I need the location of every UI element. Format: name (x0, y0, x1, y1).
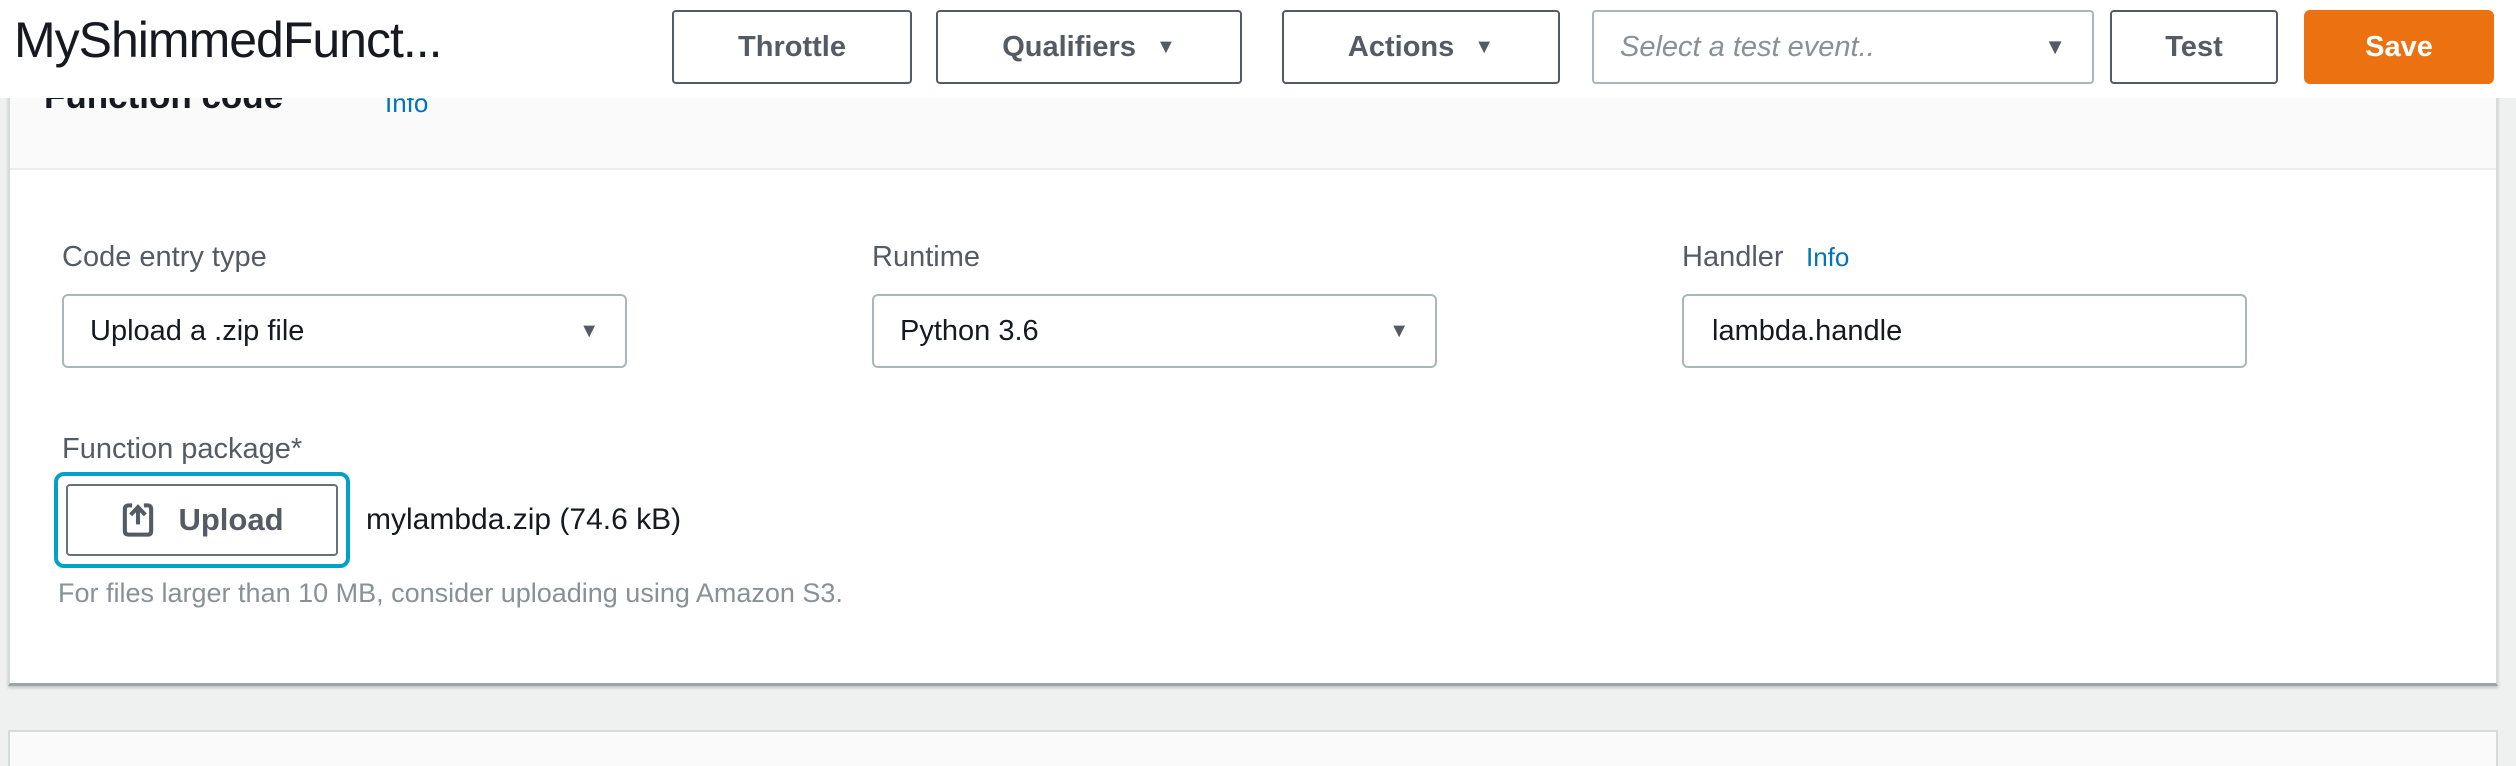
function-name-title: MyShimmedFunct... (14, 4, 442, 76)
runtime-label: Runtime (872, 240, 980, 274)
save-button-label: Save (2365, 31, 2433, 64)
actions-button-label: Actions (1348, 31, 1454, 64)
code-entry-type-select[interactable]: Upload a .zip file ▼ (62, 294, 627, 368)
chevron-down-icon: ▼ (1389, 320, 1409, 343)
test-button-label: Test (2165, 31, 2222, 64)
upload-button[interactable]: Upload (66, 484, 338, 556)
chevron-down-icon: ▼ (579, 320, 599, 343)
upload-button-label: Upload (178, 502, 283, 538)
chevron-down-icon: ▼ (1474, 36, 1494, 59)
handler-info-link[interactable]: Info (1806, 242, 1849, 272)
test-button[interactable]: Test (2110, 10, 2278, 84)
lambda-function-page: Function code Info Code entry type Uploa… (0, 0, 2516, 766)
handler-label: Handler (1682, 240, 1784, 274)
qualifiers-button-label: Qualifiers (1002, 31, 1136, 64)
save-button[interactable]: Save (2304, 10, 2494, 84)
uploaded-file-info: mylambda.zip (74.6 kB) (366, 502, 681, 538)
runtime-select[interactable]: Python 3.6 ▼ (872, 294, 1437, 368)
code-entry-type-value: Upload a .zip file (90, 315, 304, 348)
chevron-down-icon: ▼ (1156, 36, 1176, 59)
throttle-button[interactable]: Throttle (672, 10, 912, 84)
throttle-button-label: Throttle (738, 31, 846, 64)
s3-upload-helper-text: For files larger than 10 MB, consider up… (58, 576, 843, 610)
function-package-label: Function package* (62, 432, 302, 466)
qualifiers-dropdown-button[interactable]: Qualifiers ▼ (936, 10, 1242, 84)
handler-input[interactable] (1682, 294, 2247, 368)
function-action-header: MyShimmedFunct... Throttle Qualifiers ▼ … (0, 0, 2516, 98)
test-event-select[interactable]: Select a test event.. ▼ (1592, 10, 2094, 84)
test-event-placeholder: Select a test event.. (1620, 31, 1875, 64)
runtime-value: Python 3.6 (900, 315, 1039, 348)
chevron-down-icon: ▼ (2044, 34, 2066, 60)
next-panel-partial (8, 730, 2498, 766)
upload-icon (120, 501, 156, 539)
actions-dropdown-button[interactable]: Actions ▼ (1282, 10, 1560, 84)
code-entry-type-label: Code entry type (62, 240, 267, 274)
function-code-panel: Function code Info Code entry type Uploa… (8, 30, 2498, 686)
upload-button-focus-ring: Upload (54, 472, 350, 568)
